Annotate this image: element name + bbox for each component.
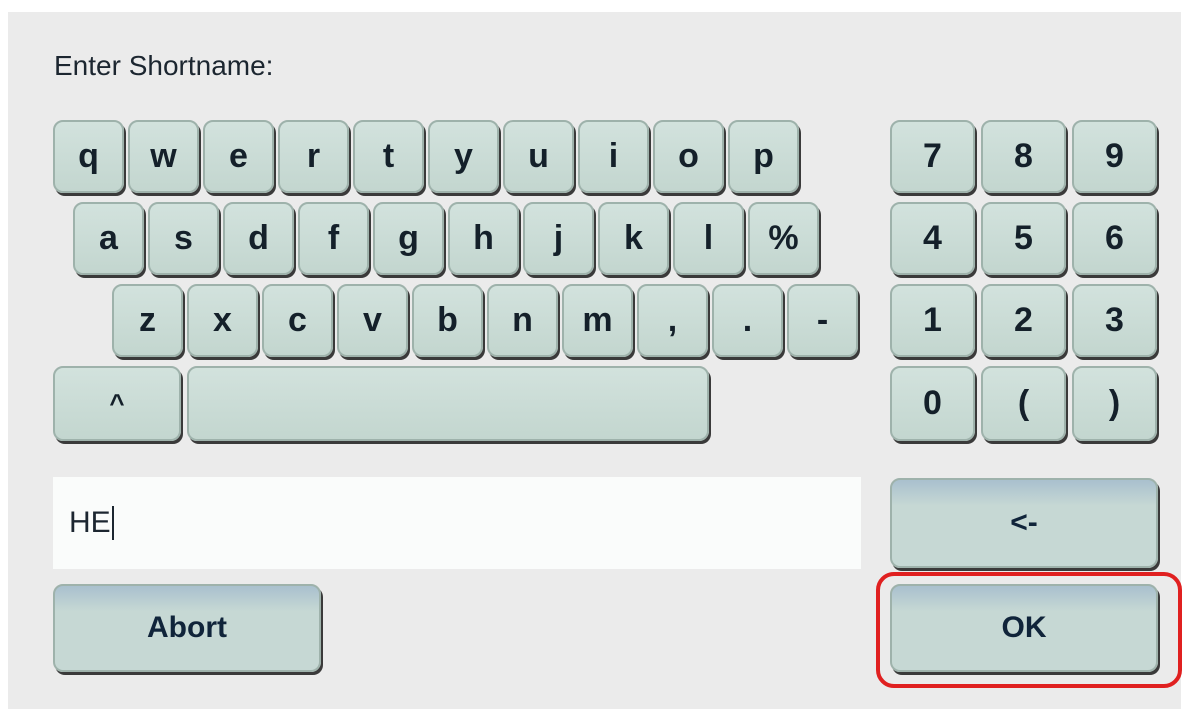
key-g[interactable]: g <box>373 202 444 275</box>
key-p[interactable]: p <box>728 120 799 193</box>
key-x[interactable]: x <box>187 284 258 357</box>
space-key[interactable] <box>187 366 709 441</box>
key-c[interactable]: c <box>262 284 333 357</box>
numpad-key-close-paren[interactable]: ) <box>1072 366 1157 441</box>
shift-key[interactable]: ^ <box>53 366 181 441</box>
key-s[interactable]: s <box>148 202 219 275</box>
key-e[interactable]: e <box>203 120 274 193</box>
abort-button[interactable]: Abort <box>53 584 321 672</box>
key-hyphen[interactable]: - <box>787 284 858 357</box>
key-r[interactable]: r <box>278 120 349 193</box>
key-f[interactable]: f <box>298 202 369 275</box>
key-t[interactable]: t <box>353 120 424 193</box>
numpad-key-3[interactable]: 3 <box>1072 284 1157 357</box>
key-z[interactable]: z <box>112 284 183 357</box>
shortname-input[interactable]: HE <box>53 477 861 569</box>
key-l[interactable]: l <box>673 202 744 275</box>
key-h[interactable]: h <box>448 202 519 275</box>
backspace-button[interactable]: <- <box>890 478 1158 568</box>
key-w[interactable]: w <box>128 120 199 193</box>
numpad-key-4[interactable]: 4 <box>890 202 975 275</box>
key-j[interactable]: j <box>523 202 594 275</box>
key-b[interactable]: b <box>412 284 483 357</box>
text-caret <box>111 506 114 540</box>
key-period[interactable]: . <box>712 284 783 357</box>
numpad-key-2[interactable]: 2 <box>981 284 1066 357</box>
numpad-key-7[interactable]: 7 <box>890 120 975 193</box>
numpad-key-1[interactable]: 1 <box>890 284 975 357</box>
numpad-key-6[interactable]: 6 <box>1072 202 1157 275</box>
ok-button[interactable]: OK <box>890 584 1158 672</box>
key-y[interactable]: y <box>428 120 499 193</box>
shortname-input-value: HE <box>69 506 111 539</box>
prompt-label: Enter Shortname: <box>54 50 274 81</box>
key-comma[interactable]: , <box>637 284 708 357</box>
key-q[interactable]: q <box>53 120 124 193</box>
numpad-key-8[interactable]: 8 <box>981 120 1066 193</box>
key-o[interactable]: o <box>653 120 724 193</box>
numpad-key-5[interactable]: 5 <box>981 202 1066 275</box>
numpad-key-9[interactable]: 9 <box>1072 120 1157 193</box>
key-u[interactable]: u <box>503 120 574 193</box>
key-k[interactable]: k <box>598 202 669 275</box>
numpad-key-0[interactable]: 0 <box>890 366 975 441</box>
key-m[interactable]: m <box>562 284 633 357</box>
key-n[interactable]: n <box>487 284 558 357</box>
key-a[interactable]: a <box>73 202 144 275</box>
key-i[interactable]: i <box>578 120 649 193</box>
key-v[interactable]: v <box>337 284 408 357</box>
key-percent[interactable]: % <box>748 202 819 275</box>
key-d[interactable]: d <box>223 202 294 275</box>
numpad-key-open-paren[interactable]: ( <box>981 366 1066 441</box>
